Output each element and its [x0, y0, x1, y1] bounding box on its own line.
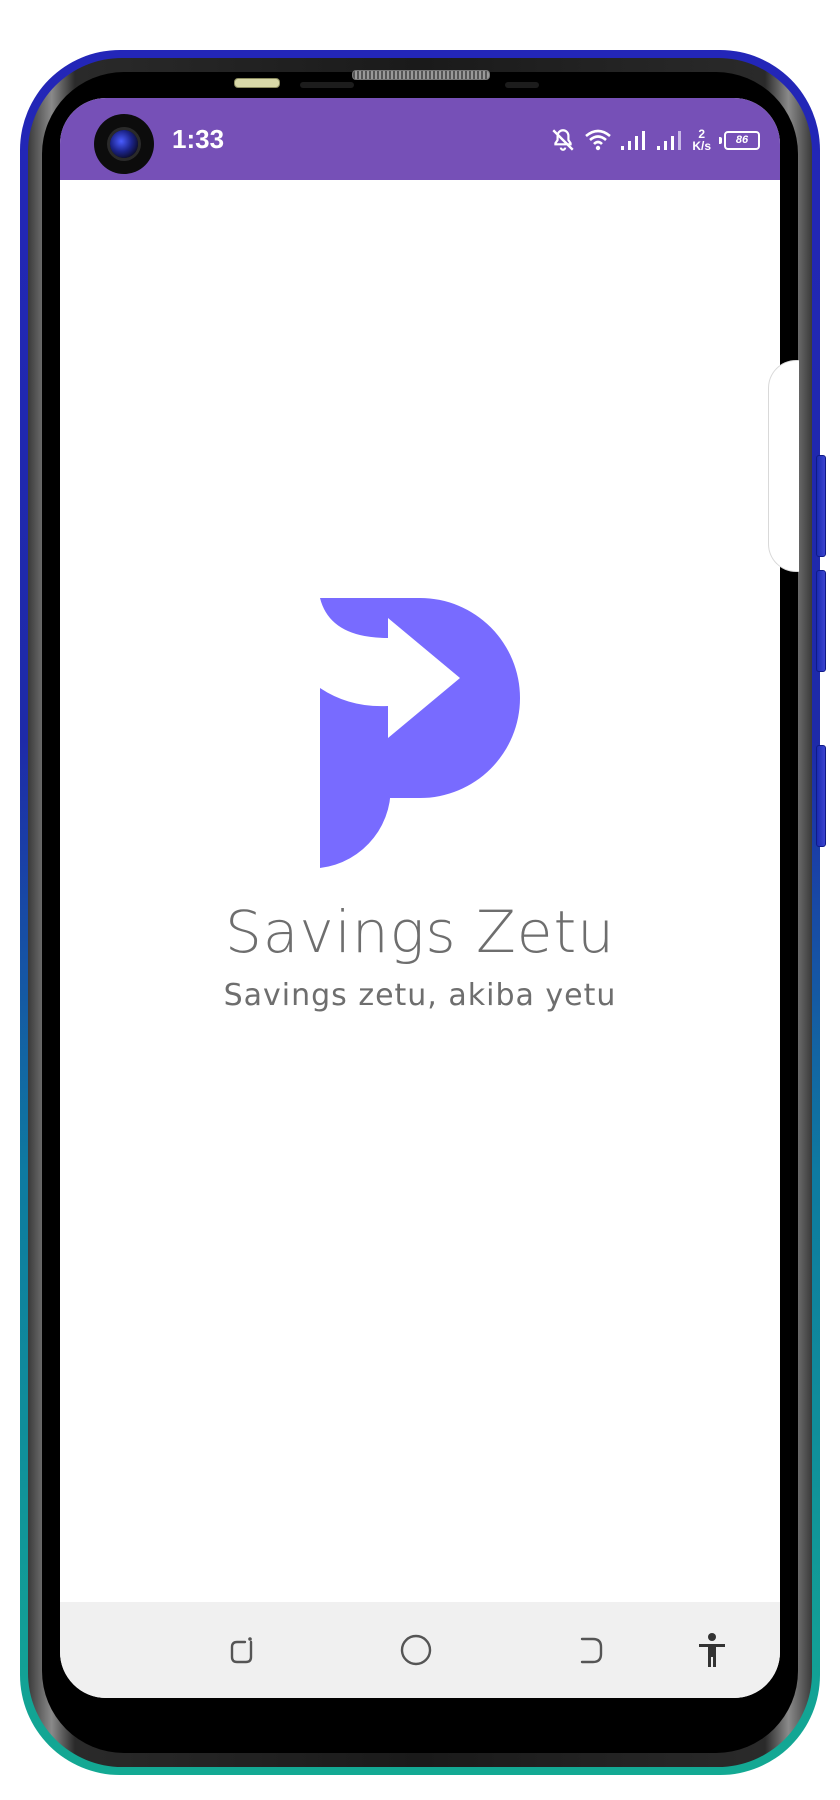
- home-icon: [400, 1634, 432, 1666]
- status-time: 1:33: [172, 124, 225, 154]
- power-button: [816, 745, 826, 847]
- recent-apps-icon: [230, 1637, 253, 1664]
- front-camera-icon: [94, 114, 154, 174]
- device-screenshot: 1:33 2 K/s 86 Savings Zetu Savings zetu,…: [0, 0, 840, 1800]
- sensor-slot: [300, 82, 354, 88]
- navigation-bar: [60, 1602, 780, 1698]
- volume-up-button: [816, 455, 826, 557]
- notifications-off-icon: [550, 127, 576, 153]
- wifi-icon: [584, 127, 612, 153]
- status-bar: 1:33 2 K/s 86: [60, 98, 780, 180]
- battery-level: 86: [724, 130, 760, 150]
- app-tagline: Savings zetu, akiba yetu: [223, 978, 617, 1013]
- proximity-sensor: [234, 78, 280, 88]
- app-title: Savings Zetu: [225, 898, 615, 966]
- battery-tip: [719, 136, 722, 144]
- app-logo: [310, 578, 530, 868]
- p-arrow-logo-icon: [320, 598, 520, 868]
- home-button[interactable]: [396, 1630, 436, 1670]
- back-icon: [580, 1637, 603, 1664]
- phone-screen: 1:33 2 K/s 86 Savings Zetu Savings zetu,…: [60, 98, 780, 1698]
- signal-2-icon: [656, 128, 684, 152]
- camera-lens: [110, 130, 138, 158]
- earpiece-speaker: [352, 70, 490, 80]
- recent-apps-button[interactable]: [222, 1630, 262, 1670]
- edge-panel-handle[interactable]: [768, 360, 799, 572]
- network-speed-unit: K/s: [692, 139, 711, 153]
- signal-1-icon: [620, 128, 648, 152]
- accessibility-button[interactable]: [692, 1630, 732, 1670]
- battery-icon: 86: [719, 130, 760, 150]
- back-button[interactable]: [570, 1630, 610, 1670]
- network-speed: 2 K/s: [692, 128, 711, 152]
- accessibility-icon: [699, 1633, 725, 1667]
- status-icons: 2 K/s 86: [550, 120, 760, 160]
- sensor-slot: [505, 82, 539, 88]
- volume-down-button: [816, 570, 826, 672]
